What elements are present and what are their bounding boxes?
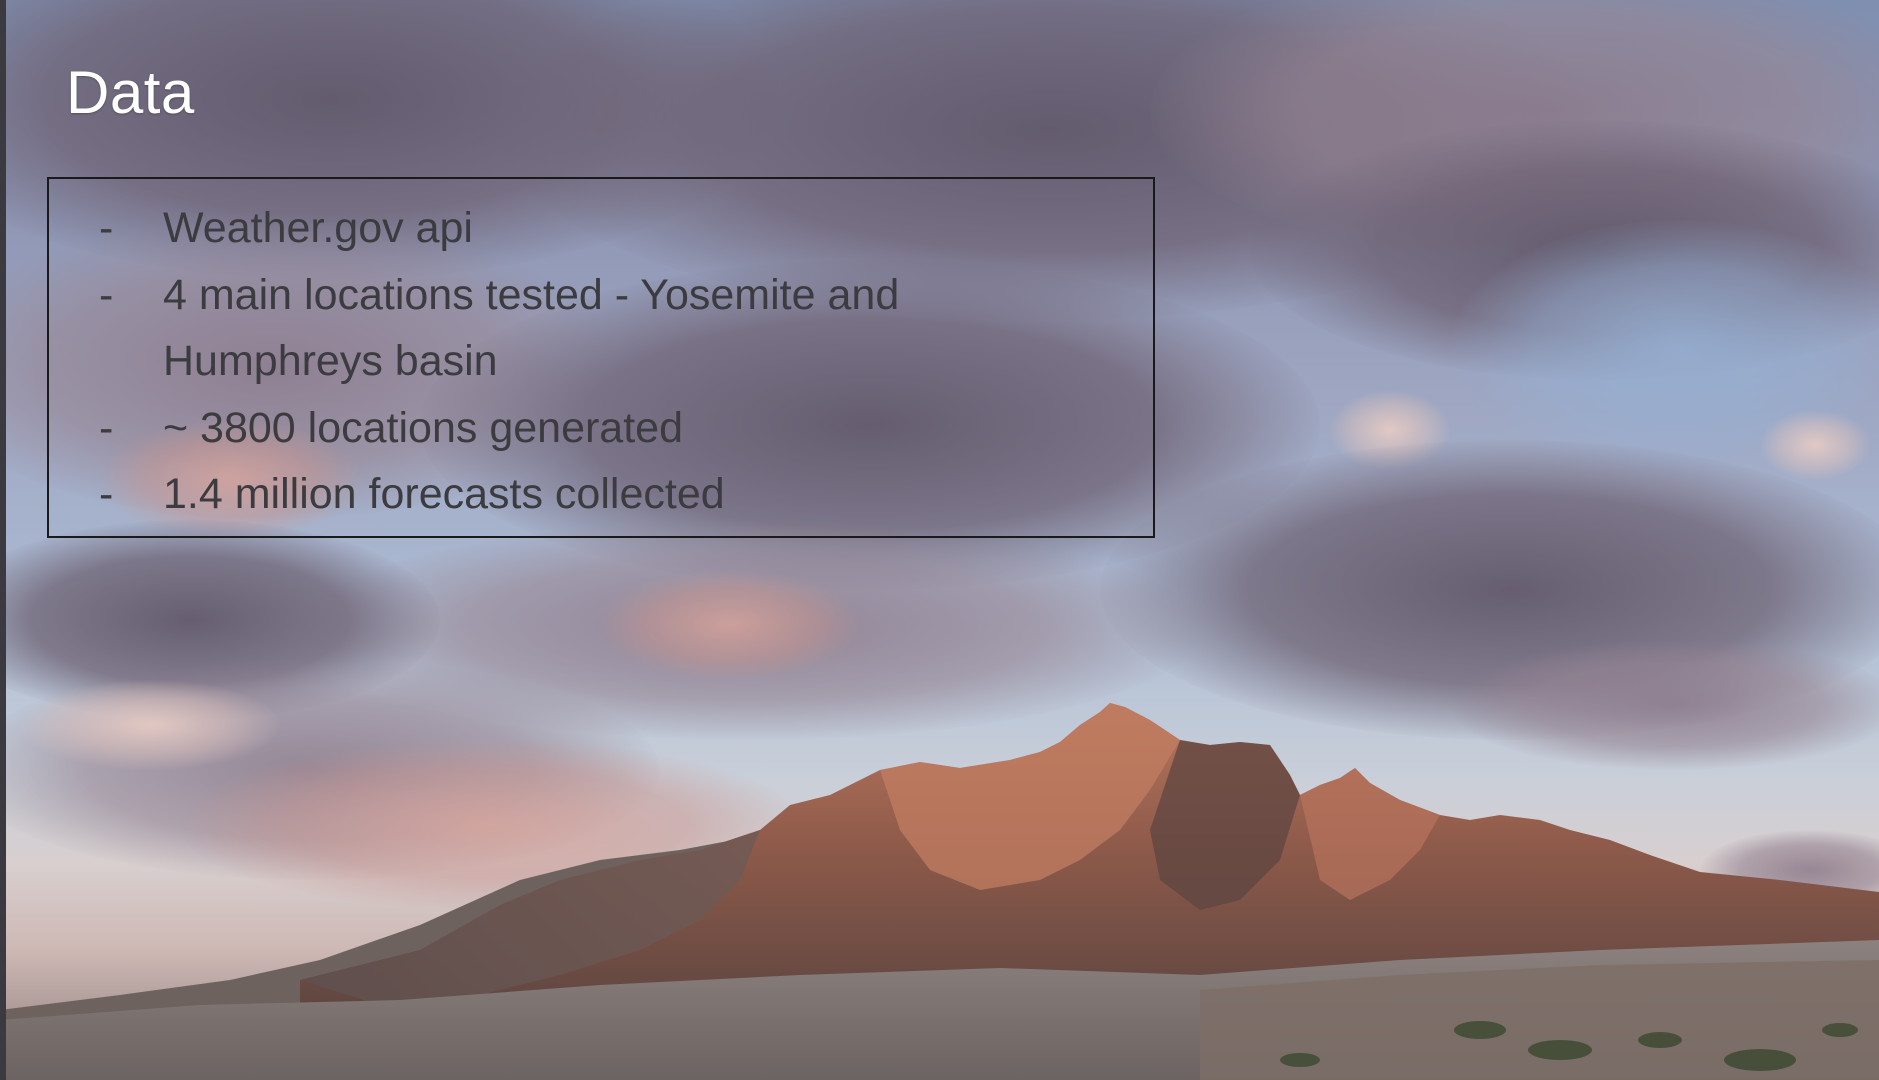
mountain-range — [0, 703, 1879, 1080]
list-item: - 4 main locations tested - Yosemite and… — [49, 262, 1153, 395]
bullet-list: - Weather.gov api - 4 main locations tes… — [49, 195, 1153, 528]
bullet-text: ~ 3800 locations generated — [163, 403, 683, 452]
bullet-marker: - — [99, 270, 114, 319]
bullet-marker: - — [99, 403, 114, 452]
content-box: - Weather.gov api - 4 main locations tes… — [47, 177, 1155, 538]
slide: Data - Weather.gov api - 4 main location… — [0, 0, 1879, 1080]
bullet-text: Weather.gov api — [163, 204, 473, 252]
bullet-text: 1.4 million forecasts collected — [163, 470, 725, 518]
window-edge — [0, 0, 6, 1080]
bullet-marker: - — [99, 470, 114, 518]
list-item: - ~ 3800 locations generated — [49, 395, 1153, 462]
list-item: - Weather.gov api — [49, 195, 1153, 262]
slide-title: Data — [66, 59, 195, 126]
list-item: - 1.4 million forecasts collected — [49, 461, 1153, 528]
bullet-text: 4 main locations tested - Yosemite and H… — [163, 270, 900, 386]
bullet-marker: - — [99, 204, 114, 252]
